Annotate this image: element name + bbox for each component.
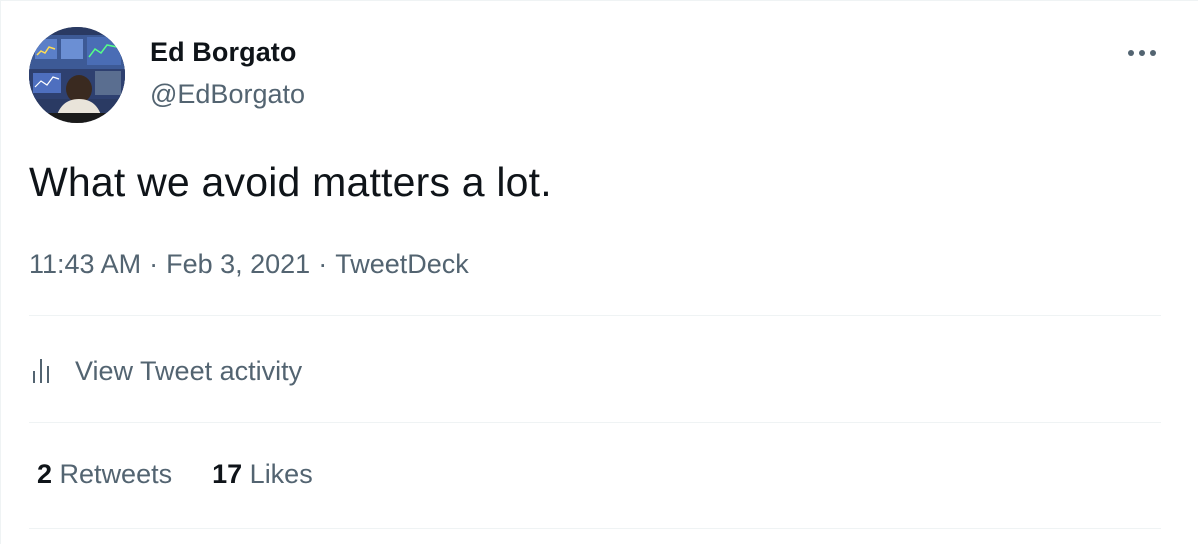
author-name[interactable]: Ed Borgato [150, 37, 297, 68]
retweets-stat[interactable]: 2 Retweets [37, 459, 172, 490]
divider [29, 528, 1161, 529]
meta-separator: · [318, 249, 328, 279]
likes-count: 17 [212, 459, 243, 489]
divider [29, 315, 1161, 316]
retweets-label: Retweets [59, 459, 173, 489]
tweet-date[interactable]: Feb 3, 2021 [166, 249, 310, 280]
divider [29, 422, 1161, 423]
tweet-meta: 11:43 AM · Feb 3, 2021 · TweetDeck [29, 249, 469, 280]
tweet-stats: 2 Retweets 17 Likes [37, 459, 313, 490]
tweet-card: Ed Borgato @EdBorgato What we avoid matt… [0, 0, 1198, 544]
tweet-source[interactable]: TweetDeck [335, 249, 469, 280]
avatar-image [29, 27, 125, 123]
tweet-time[interactable]: 11:43 AM [29, 249, 141, 280]
more-dots-icon [1128, 50, 1134, 56]
tweet-text: What we avoid matters a lot. [29, 159, 552, 205]
avatar[interactable] [29, 27, 125, 123]
retweets-count: 2 [37, 459, 53, 489]
likes-stat[interactable]: 17 Likes [212, 459, 313, 490]
view-tweet-activity-link[interactable]: View Tweet activity [29, 351, 302, 391]
bar-chart-icon [33, 359, 49, 383]
likes-label: Likes [249, 459, 313, 489]
author-handle[interactable]: @EdBorgato [150, 79, 305, 110]
activity-label: View Tweet activity [75, 355, 303, 386]
meta-separator: · [149, 249, 159, 279]
more-options-button[interactable] [1121, 39, 1163, 67]
